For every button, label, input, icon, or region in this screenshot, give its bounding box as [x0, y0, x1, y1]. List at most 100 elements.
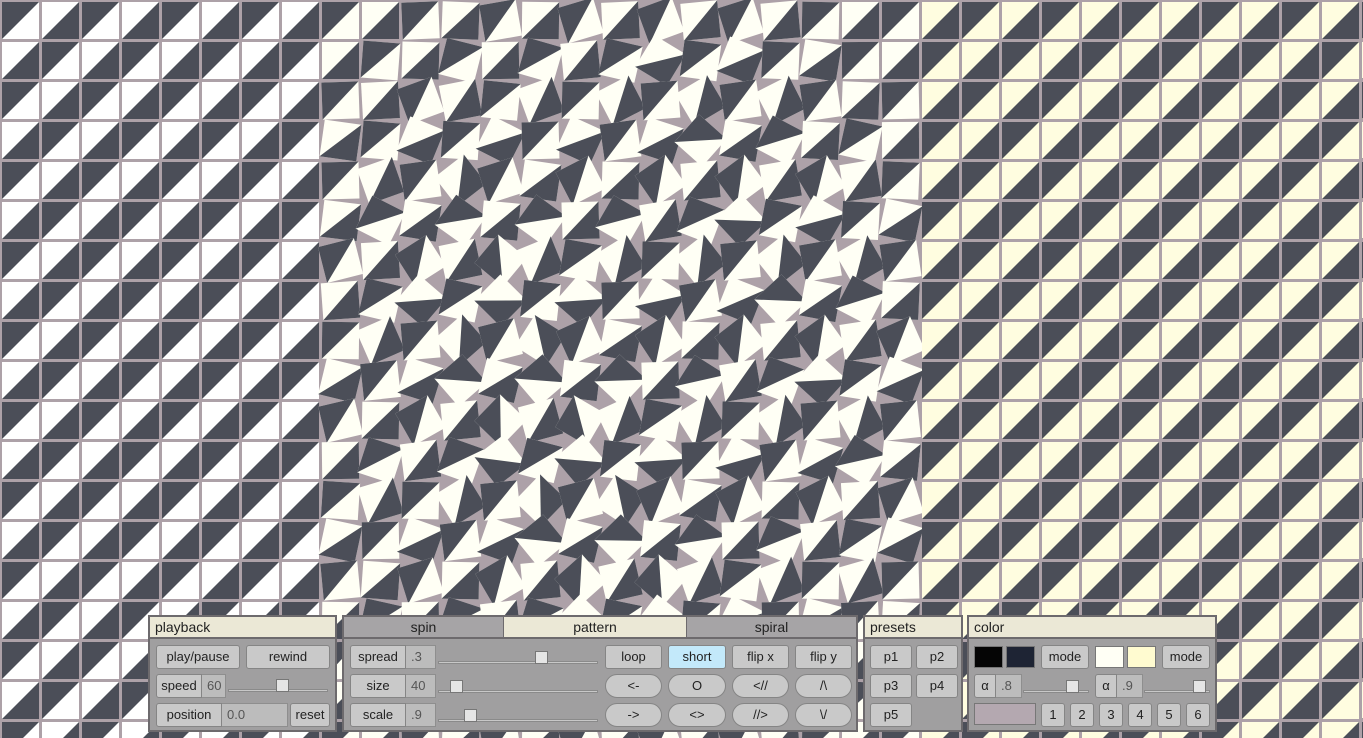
scale-slider-track[interactable]	[438, 719, 598, 722]
mode-button-b[interactable]: mode	[1162, 645, 1210, 669]
position-value[interactable]: 0.0	[222, 703, 288, 727]
pattern-tile	[202, 162, 239, 199]
caret-down-button[interactable]: \/	[795, 703, 852, 727]
pattern-tile	[1002, 242, 1039, 279]
tab-pattern[interactable]: pattern	[504, 617, 687, 639]
pattern-tile	[399, 159, 442, 202]
pattern-tile	[360, 120, 401, 161]
pattern-tile	[162, 122, 199, 159]
pattern-tile	[719, 79, 762, 122]
pattern-tile	[1322, 522, 1359, 559]
pattern-tile	[1002, 482, 1039, 519]
pattern-tile	[1162, 202, 1199, 239]
spread-slider-track[interactable]	[438, 661, 598, 664]
tab-spin[interactable]: spin	[344, 617, 504, 639]
color-slot-4-button[interactable]: 4	[1128, 703, 1152, 727]
pattern-tile	[1002, 282, 1039, 319]
color-slot-1-button[interactable]: 1	[1041, 703, 1065, 727]
alpha-b-value[interactable]: .9	[1117, 674, 1143, 698]
size-slider-thumb[interactable]	[449, 680, 463, 693]
pattern-tile	[681, 441, 720, 480]
pattern-tile	[355, 195, 406, 246]
speed-value[interactable]: 60	[202, 674, 226, 698]
preset-p3-button[interactable]: p3	[870, 674, 912, 698]
pattern-tile	[1162, 82, 1199, 119]
alpha-a-slider-thumb[interactable]	[1066, 680, 1080, 693]
pattern-tile	[1002, 202, 1039, 239]
loop-button[interactable]: loop	[605, 645, 662, 669]
scale-value[interactable]: .9	[406, 703, 436, 727]
alpha-b-slider-thumb[interactable]	[1192, 680, 1206, 693]
pattern-tile	[1322, 362, 1359, 399]
pattern-tile	[282, 82, 319, 119]
size-value[interactable]: 40	[406, 674, 436, 698]
color-slot-6-button[interactable]: 6	[1186, 703, 1210, 727]
preset-p1-button[interactable]: p1	[870, 645, 912, 669]
pattern-tile	[480, 480, 521, 521]
scale-label: scale	[350, 703, 406, 727]
pattern-tile	[1282, 442, 1319, 479]
speed-slider-thumb[interactable]	[275, 679, 289, 692]
short-button[interactable]: short	[668, 645, 726, 669]
arrow-right-button[interactable]: ->	[605, 703, 662, 727]
pattern-tile	[962, 322, 999, 359]
pattern-tile	[1322, 562, 1359, 599]
tab-spiral[interactable]: spiral	[687, 617, 856, 639]
circle-button[interactable]: O	[668, 674, 726, 698]
preset-p5-button[interactable]: p5	[870, 703, 912, 727]
spread-slider-thumb[interactable]	[535, 651, 549, 664]
pattern-tile	[881, 281, 920, 320]
preset-p2-button[interactable]: p2	[916, 645, 958, 669]
color-slot-5-button[interactable]: 5	[1157, 703, 1181, 727]
flip-y-button[interactable]: flip y	[795, 645, 852, 669]
play-pause-button[interactable]: play/pause	[156, 645, 240, 669]
pattern-tile	[242, 82, 279, 119]
pattern-tile	[674, 114, 727, 167]
pattern-tile	[754, 394, 807, 447]
rewind-button[interactable]: rewind	[246, 645, 330, 669]
alpha-a-label: α	[974, 674, 996, 698]
pattern-tile	[756, 556, 805, 605]
pattern-tile	[755, 75, 806, 126]
pattern-tile	[835, 395, 886, 446]
pattern-tile	[559, 359, 602, 402]
pattern-tile	[1242, 482, 1279, 519]
caret-up-button[interactable]: /\	[795, 674, 852, 698]
pattern-tile	[635, 35, 686, 86]
pattern-tile	[1162, 282, 1199, 319]
pattern-tile	[559, 239, 602, 282]
pattern-tile	[519, 159, 562, 202]
pattern-tile	[321, 441, 360, 480]
diag-right-button[interactable]: //>	[732, 703, 789, 727]
color-swatch-cream[interactable]	[1095, 646, 1124, 668]
pattern-tile	[396, 116, 445, 165]
diamond-button[interactable]: <>	[668, 703, 726, 727]
mode-button-a[interactable]: mode	[1041, 645, 1089, 669]
reset-button[interactable]: reset	[290, 703, 330, 727]
preset-p4-button[interactable]: p4	[916, 674, 958, 698]
color-swatch-black[interactable]	[974, 646, 1003, 668]
pattern-tile	[42, 562, 79, 599]
arrow-left-button[interactable]: <-	[605, 674, 662, 698]
pattern-tile	[922, 562, 959, 599]
color-slot-2-button[interactable]: 2	[1070, 703, 1094, 727]
diag-left-button[interactable]: <//	[732, 674, 789, 698]
pattern-tile	[122, 482, 159, 519]
pattern-tile	[162, 402, 199, 439]
color-panel: color mode mode α .8 α .9 1 2 3 4 5 6	[967, 615, 1217, 732]
spread-value[interactable]: .3	[406, 645, 436, 669]
flip-x-button[interactable]: flip x	[732, 645, 789, 669]
pattern-tile	[760, 320, 801, 361]
color-slot-3-button[interactable]: 3	[1099, 703, 1123, 727]
scale-slider-thumb[interactable]	[464, 709, 478, 722]
color-swatch-navy[interactable]	[1006, 646, 1035, 668]
background-color-swatch[interactable]	[974, 703, 1036, 725]
alpha-a-value[interactable]: .8	[996, 674, 1022, 698]
pattern-tile	[758, 198, 803, 243]
color-swatch-yellow[interactable]	[1127, 646, 1156, 668]
pattern-tile	[1202, 242, 1239, 279]
pattern-tile	[601, 281, 640, 320]
pattern-tile	[475, 555, 526, 606]
pattern-tile	[1122, 82, 1159, 119]
pattern-tile	[82, 82, 119, 119]
